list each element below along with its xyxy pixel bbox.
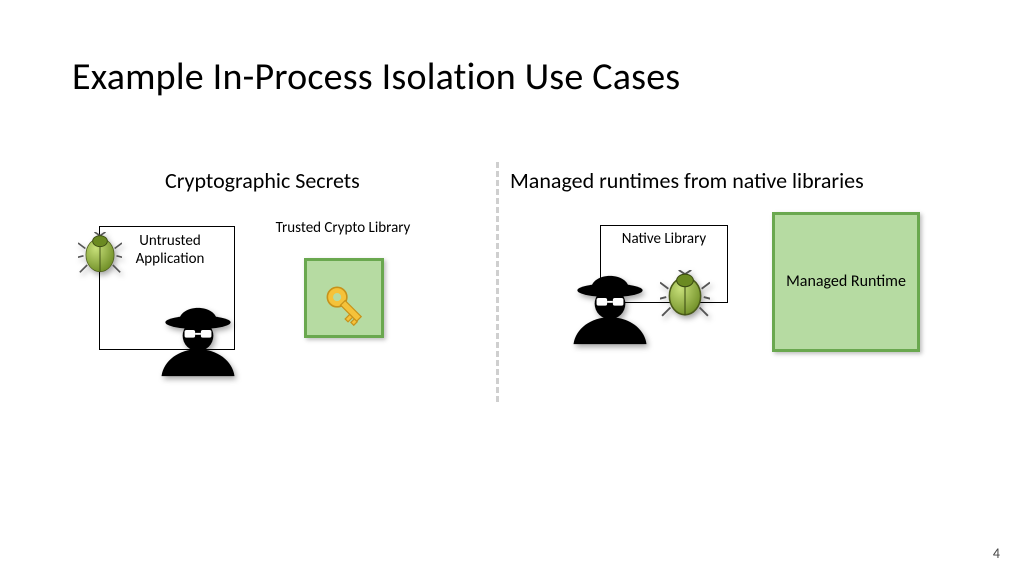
slide: Example In-Process Isolation Use Cases C… — [0, 0, 1024, 576]
slide-title: Example In-Process Isolation Use Cases — [72, 54, 680, 100]
bug-icon — [660, 270, 710, 325]
untrusted-application-label: Untrusted Application — [115, 232, 225, 268]
vertical-divider — [496, 162, 499, 402]
trusted-crypto-label: Trusted Crypto Library — [273, 219, 413, 237]
managed-runtime-label: Managed Runtime — [786, 272, 906, 292]
bug-icon — [78, 232, 122, 281]
managed-runtime-box: Managed Runtime — [772, 212, 920, 352]
native-library-label: Native Library — [603, 230, 725, 248]
key-icon — [318, 278, 370, 335]
heading-crypto-secrets: Cryptographic Secrets — [165, 167, 360, 194]
page-number: 4 — [993, 545, 1000, 562]
heading-managed-runtimes: Managed runtimes from native libraries — [510, 167, 864, 194]
spy-icon — [150, 282, 246, 383]
spy-icon — [562, 250, 658, 351]
